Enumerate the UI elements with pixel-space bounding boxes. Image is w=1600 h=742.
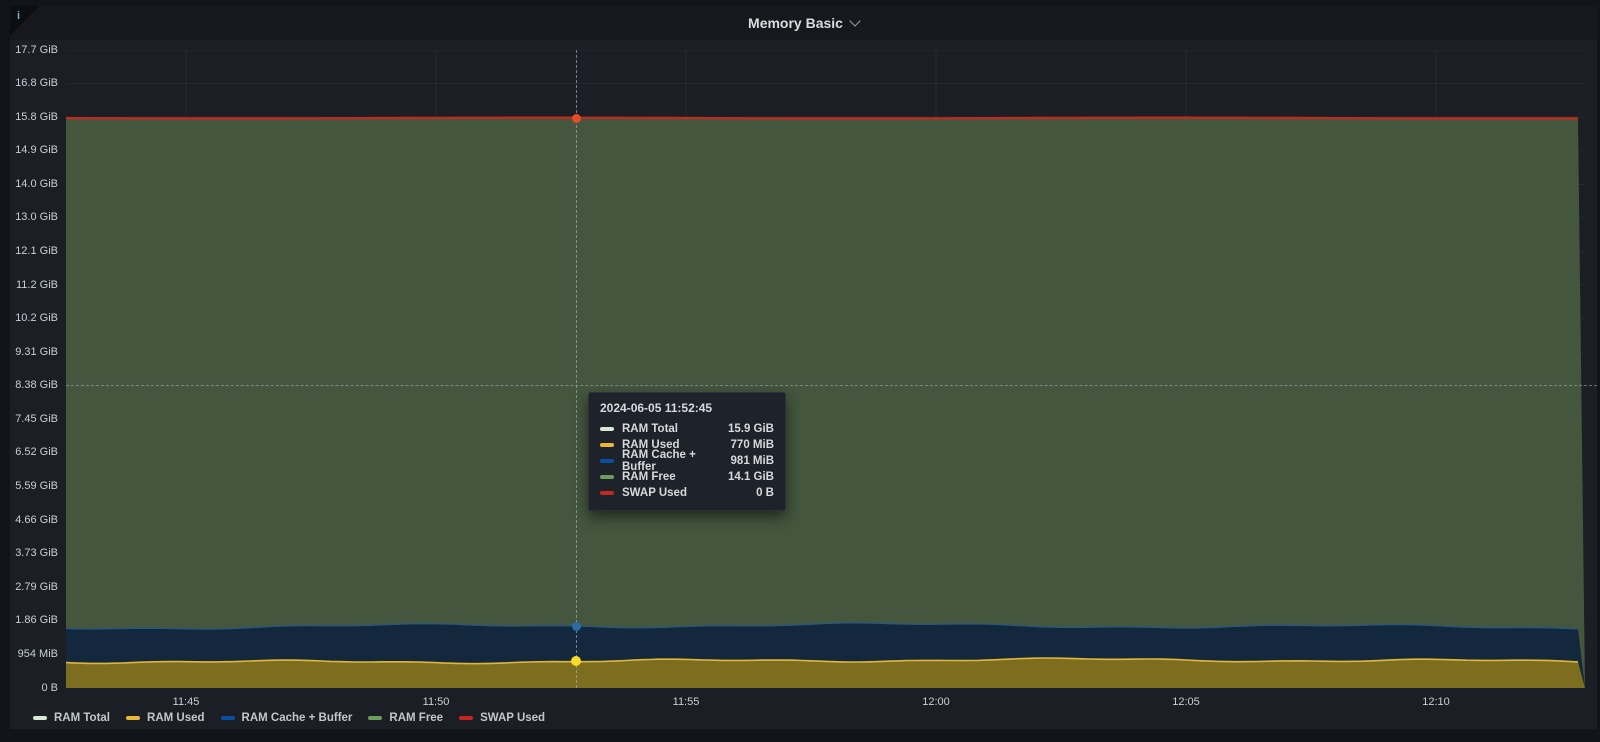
y-axis-label: 17.7 GiB <box>2 44 58 56</box>
memory-chart[interactable]: 17.7 GiB 16.8 GiB 15.8 GiB 14.9 GiB 14.0 GiB… <box>0 0 1600 742</box>
y-axis-label: 0 B <box>2 682 58 694</box>
series-color-swatch <box>600 427 614 431</box>
y-axis-label: 12.1 GiB <box>2 245 58 257</box>
y-axis-label: 13.0 GiB <box>2 211 58 223</box>
legend-item-swap-used[interactable]: SWAP Used <box>459 712 545 724</box>
legend-color-swatch <box>126 716 140 720</box>
y-axis-label: 14.9 GiB <box>2 144 58 156</box>
crosshair-horizontal <box>66 385 1597 386</box>
legend-color-swatch <box>221 716 235 720</box>
y-axis-label: 2.79 GiB <box>2 581 58 593</box>
tooltip-row-ram-free: RAM Free 14.1 GiB <box>600 469 774 485</box>
tooltip-series-value: 770 MiB <box>731 439 774 451</box>
legend-color-swatch <box>33 716 47 720</box>
tooltip-series-label: SWAP Used <box>622 487 746 499</box>
y-axis-label: 1.86 GiB <box>2 614 58 626</box>
x-axis-label: 11:55 <box>656 696 716 708</box>
series-color-swatch <box>600 475 614 479</box>
legend-item-label: RAM Used <box>147 712 205 724</box>
y-axis-label: 4.66 GiB <box>2 514 58 526</box>
plot-canvas <box>66 50 1585 688</box>
tooltip-series-value: 15.9 GiB <box>728 423 774 435</box>
series-area <box>66 118 1585 688</box>
tooltip-series-value: 14.1 GiB <box>728 471 774 483</box>
x-axis-label: 11:50 <box>406 696 466 708</box>
tooltip-row-ram-total: RAM Total 15.9 GiB <box>600 421 774 437</box>
hover-point-swap-used <box>572 114 581 123</box>
x-axis-label: 11:45 <box>156 696 216 708</box>
y-axis-label: 954 MiB <box>2 648 58 660</box>
y-axis-label: 15.8 GiB <box>2 111 58 123</box>
series-line <box>66 118 1578 119</box>
y-axis-label: 7.45 GiB <box>2 413 58 425</box>
legend-item-ram-free[interactable]: RAM Free <box>368 712 443 724</box>
legend-item-label: RAM Total <box>54 712 110 724</box>
series-color-swatch <box>600 443 614 447</box>
grafana-panel-page: Memory Basic i 17.7 GiB16.8 GiB15.8 GiB1… <box>0 0 1600 742</box>
y-axis-label: 6.52 GiB <box>2 446 58 458</box>
y-axis-label: 3.73 GiB <box>2 547 58 559</box>
crosshair-vertical <box>576 50 577 688</box>
legend-item-ram-used[interactable]: RAM Used <box>126 712 205 724</box>
y-axis-label: 14.0 GiB <box>2 178 58 190</box>
series-color-swatch <box>600 459 614 463</box>
tooltip-series-label: RAM Total <box>622 423 718 435</box>
legend-item-ram-cache-buffer[interactable]: RAM Cache + Buffer <box>221 712 353 724</box>
legend-item-ram-total[interactable]: RAM Total <box>33 712 110 724</box>
chart-tooltip: 2024-06-05 11:52:45 RAM Total 15.9 GiB R… <box>588 392 786 511</box>
tooltip-series-value: 981 MiB <box>731 455 774 467</box>
legend-color-swatch <box>459 716 473 720</box>
tooltip-row-ram-cache-buffer: RAM Cache + Buffer 981 MiB <box>600 453 774 469</box>
y-axis-label: 11.2 GiB <box>2 279 58 291</box>
y-axis-label: 16.8 GiB <box>2 77 58 89</box>
y-axis-label: 5.59 GiB <box>2 480 58 492</box>
legend: RAM Total RAM Used RAM Cache + Buffer RA… <box>33 712 561 724</box>
x-axis-label: 12:05 <box>1156 696 1216 708</box>
legend-item-label: RAM Cache + Buffer <box>242 712 353 724</box>
tooltip-timestamp: 2024-06-05 11:52:45 <box>600 401 774 415</box>
tooltip-series-value: 0 B <box>756 487 774 499</box>
y-axis-label: 10.2 GiB <box>2 312 58 324</box>
x-axis-label: 12:10 <box>1406 696 1466 708</box>
x-axis-label: 12:00 <box>906 696 966 708</box>
series-area <box>66 658 1585 688</box>
legend-item-label: RAM Free <box>389 712 443 724</box>
tooltip-row-swap-used: SWAP Used 0 B <box>600 485 774 501</box>
legend-item-label: SWAP Used <box>480 712 545 724</box>
legend-color-swatch <box>368 716 382 720</box>
tooltip-series-label: RAM Free <box>622 471 718 483</box>
tooltip-series-label: RAM Cache + Buffer <box>622 449 721 473</box>
y-axis-label: 8.38 GiB <box>2 379 58 391</box>
hover-point-ram-cache <box>572 622 581 631</box>
hover-point-ram-used <box>571 656 581 666</box>
series-color-swatch <box>600 491 614 495</box>
y-axis-label: 9.31 GiB <box>2 346 58 358</box>
